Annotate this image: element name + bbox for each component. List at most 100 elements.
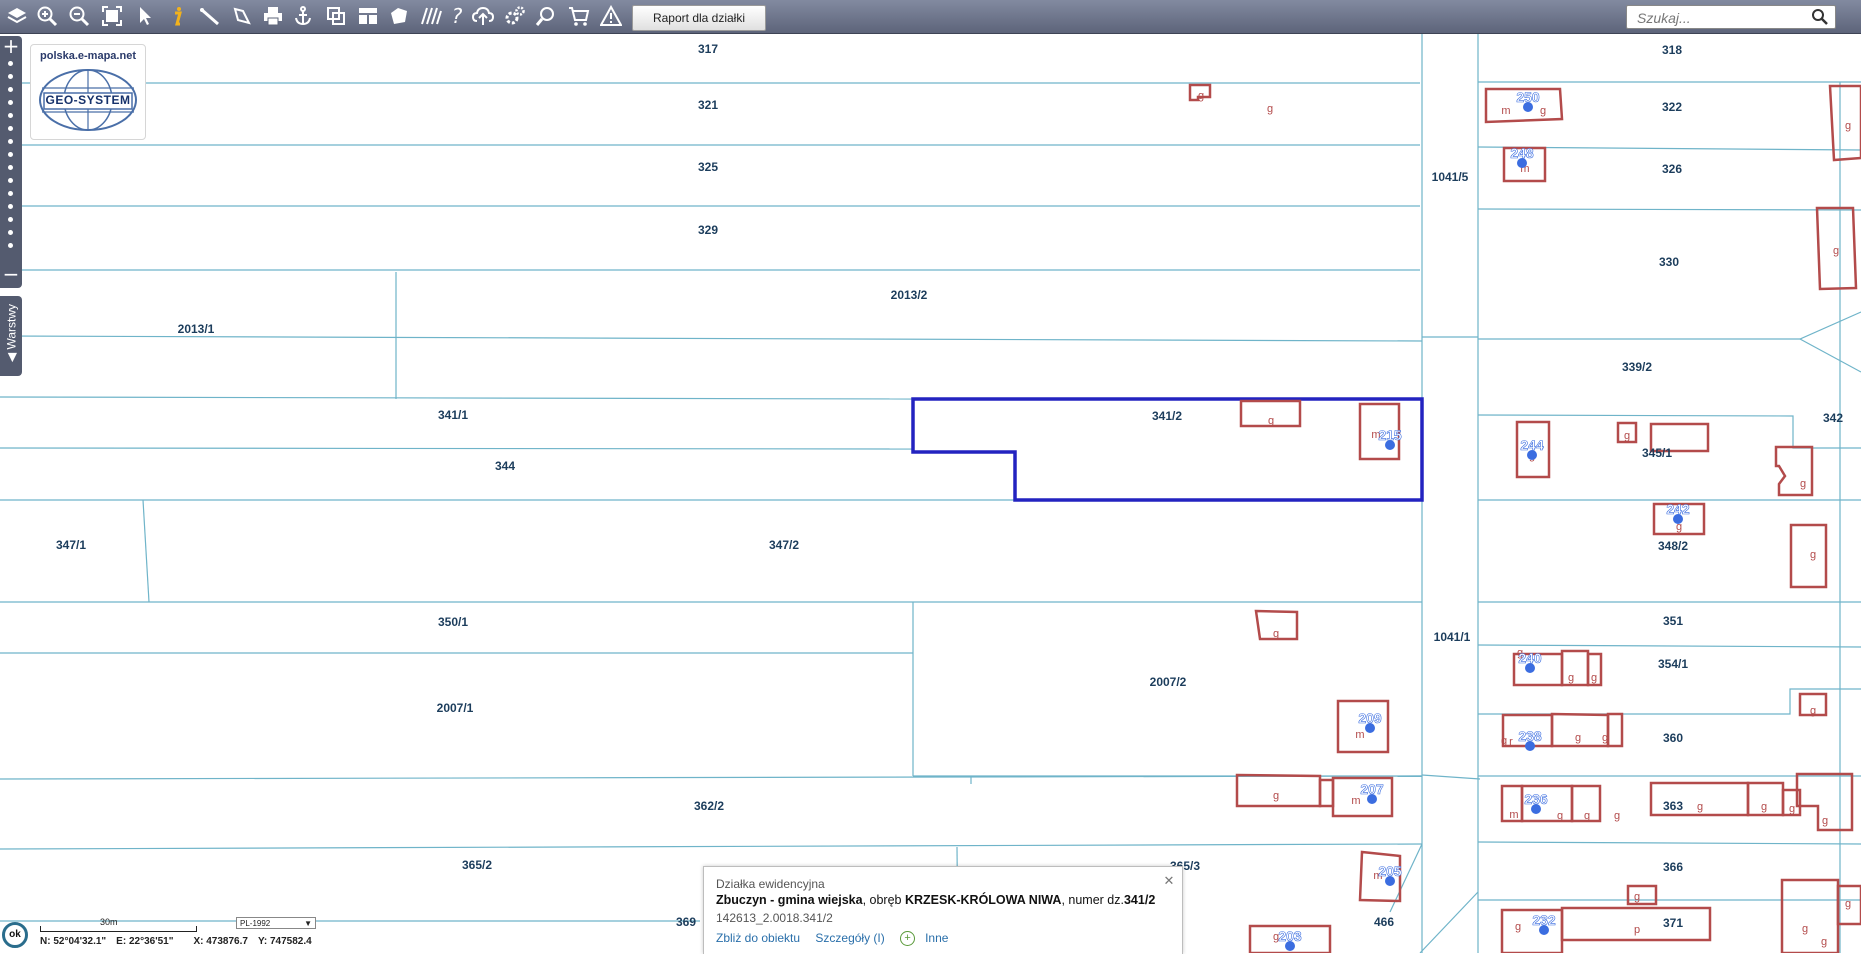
building-code: g (1697, 801, 1703, 813)
zoom-level-dot[interactable] (8, 204, 13, 209)
zoom-extent-icon[interactable] (99, 3, 125, 29)
close-icon[interactable]: ✕ (1162, 874, 1176, 888)
copy-icon[interactable] (323, 3, 349, 29)
search-zoom-icon[interactable] (533, 3, 559, 29)
zoom-level-dot[interactable] (8, 178, 13, 183)
pointer-icon[interactable] (132, 3, 158, 29)
building-code: g (1810, 549, 1816, 561)
zoom-level-dot[interactable] (8, 61, 13, 66)
geo-system-logo[interactable]: polska.e-mapa.net GEO-SYSTEM (30, 44, 146, 140)
zoom-level-dot[interactable] (8, 191, 13, 196)
cloud-upload-icon[interactable] (470, 3, 496, 29)
building-code: g (1584, 810, 1590, 822)
toolbar: ? Raport dla działki (0, 0, 1861, 34)
zoom-level-dot[interactable] (8, 87, 13, 92)
zoom-level-dot[interactable] (8, 139, 13, 144)
zoom-level-dot[interactable] (8, 230, 13, 235)
layout-icon[interactable] (355, 3, 381, 29)
address-number-240: 240 (1518, 650, 1542, 666)
zoom-level-dot[interactable] (8, 126, 13, 131)
zoom-level-dot[interactable] (8, 113, 13, 118)
popup-teryt-id: 142613_2.0018.341/2 (716, 911, 833, 925)
zoom-level-dot[interactable] (8, 100, 13, 105)
report-button[interactable]: Raport dla działki (632, 5, 766, 31)
help-icon[interactable]: ? (444, 3, 470, 29)
building-code: g (1501, 735, 1507, 747)
address-number-250: 250 (1516, 89, 1540, 105)
details-link[interactable]: Szczegóły (I) (815, 931, 884, 945)
popup-links: Zbliż do obiektu Szczegóły (I) + Inne (716, 931, 960, 947)
settings-icon[interactable] (502, 3, 528, 29)
warning-icon[interactable] (598, 3, 624, 29)
latitude: N: 52°04'32.1" (40, 936, 107, 947)
layers-icon[interactable] (4, 3, 30, 29)
zoom-level-dot[interactable] (8, 217, 13, 222)
zoom-in-button[interactable]: + (0, 36, 22, 58)
measure-area-icon[interactable] (229, 3, 255, 29)
anchor-icon[interactable] (290, 3, 316, 29)
other-link[interactable]: Inne (925, 931, 948, 945)
parcel-info-popup: Działka ewidencyjna ✕ Zbuczyn - gmina wi… (703, 866, 1183, 954)
parcel-map[interactable]: ggmgmgggmggggggggggmggggmmgggggggggpgggm… (0, 34, 1861, 953)
hatch-icon[interactable] (418, 3, 444, 29)
address-number-215: 215 (1378, 427, 1402, 443)
popup-obreb: KRZESK-KRÓLOWA NIWA (904, 893, 1062, 907)
parcel-label-366: 366 (1663, 860, 1683, 874)
building-code: g (1273, 790, 1279, 802)
search-icon[interactable] (1811, 8, 1829, 26)
zoom-slider[interactable]: + − (0, 36, 22, 288)
building-code: g (1557, 810, 1563, 822)
logo-url-text: polska.e-mapa.net (40, 50, 136, 62)
ok-button[interactable]: ok (2, 922, 28, 948)
parcel-label-369: 369 (676, 915, 696, 929)
building-codes: ggmgmgggmggggggggggmggggmmgggggggggpgggm… (1198, 90, 1851, 948)
search-box (1626, 5, 1836, 29)
building-code: g (1833, 245, 1839, 257)
building-code: g (1273, 628, 1279, 640)
zoom-level-dot[interactable] (8, 243, 13, 248)
parcel-label-341-1: 341/1 (438, 408, 468, 422)
print-icon[interactable] (260, 3, 286, 29)
building-code: m (1501, 105, 1510, 117)
address-number-244: 244 (1520, 437, 1544, 453)
parcel-label-326: 326 (1662, 162, 1682, 176)
search-input[interactable] (1635, 7, 1809, 29)
zoom-to-object-link[interactable]: Zbliż do obiektu (716, 931, 800, 945)
building-code: g (1634, 891, 1640, 903)
zoom-out-icon[interactable] (66, 3, 92, 29)
zoom-level-dot[interactable] (8, 152, 13, 157)
parcel-label-365-2: 365/2 (462, 858, 492, 872)
parcel-label-345-1: 345/1 (1642, 446, 1672, 460)
parcel-label-350-1: 350/1 (438, 615, 468, 629)
zoom-out-button[interactable]: − (0, 264, 22, 286)
building-code: g (1845, 120, 1851, 132)
parcel-label-362-2: 362/2 (694, 799, 724, 813)
building-code: m (1509, 809, 1518, 821)
zoom-level-dot[interactable] (8, 165, 13, 170)
zoom-level-dot[interactable] (8, 74, 13, 79)
building-code: g (1515, 921, 1521, 933)
chevron-down-icon: ▼ (304, 919, 312, 928)
parcel-label-360: 360 (1663, 731, 1683, 745)
cart-icon[interactable] (566, 3, 592, 29)
crs-select[interactable]: PL-1992 ▼ (236, 917, 316, 929)
parcel-label-329: 329 (698, 223, 718, 237)
building-code: g (1575, 732, 1581, 744)
parcel-label-2007-1: 2007/1 (437, 701, 474, 715)
parcel-label-339-2: 339/2 (1622, 360, 1652, 374)
buildings (1188, 83, 1861, 953)
info-icon[interactable] (164, 3, 190, 29)
y-coordinate: Y: 747582.4 (257, 936, 312, 947)
layers-tab[interactable]: ◀ Warstwy (0, 296, 22, 376)
building-code: g (1602, 732, 1608, 744)
measure-distance-icon[interactable] (197, 3, 223, 29)
building-code: g (1821, 936, 1827, 948)
shape-icon[interactable] (386, 3, 412, 29)
plus-icon[interactable]: + (900, 931, 916, 947)
parcel-boundaries (0, 34, 1861, 953)
layers-arrow-icon: ◀ (4, 349, 19, 363)
zoom-in-icon[interactable] (34, 3, 60, 29)
parcel-label-466: 466 (1374, 915, 1394, 929)
building-code: g (1789, 803, 1795, 815)
building-code: g (1591, 672, 1597, 684)
